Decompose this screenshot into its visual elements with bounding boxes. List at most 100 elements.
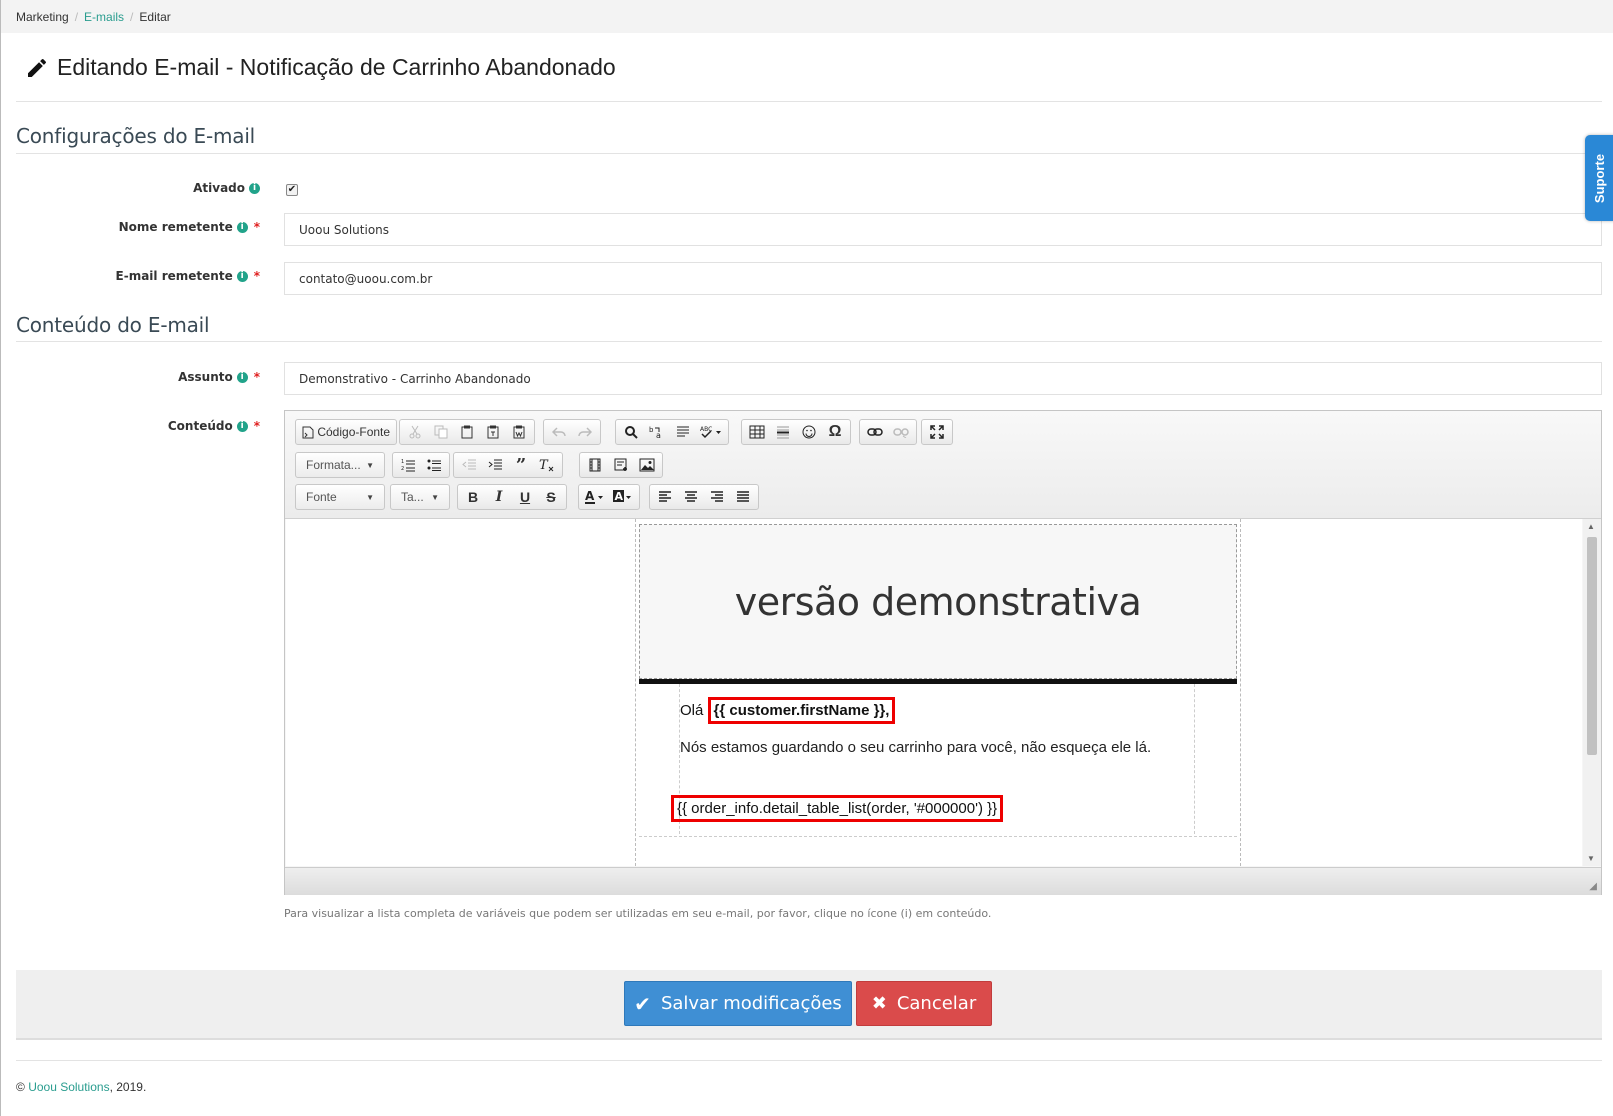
maximize-icon[interactable]: [925, 421, 949, 443]
nome-remetente-input[interactable]: Uoou Solutions: [284, 213, 1602, 246]
scroll-up-icon[interactable]: ▲: [1587, 522, 1595, 531]
text-color-icon[interactable]: A: [582, 486, 608, 508]
breadcrumb-emails[interactable]: E-mails: [84, 10, 124, 24]
toolbar-group-links: [859, 419, 917, 445]
breadcrumb-marketing[interactable]: Marketing: [16, 10, 69, 24]
title-divider: [16, 101, 1602, 102]
toolbar-group-history: [543, 419, 601, 445]
section-divider: [16, 341, 1602, 342]
strikethrough-icon[interactable]: S: [539, 486, 563, 508]
numbered-list-icon[interactable]: 12: [396, 454, 420, 476]
remove-format-icon[interactable]: T: [535, 454, 559, 476]
font-select-label: Fonte: [306, 490, 337, 504]
svg-text:b: b: [649, 426, 654, 434]
align-center-icon[interactable]: [679, 486, 703, 508]
editor-statusbar: ◢: [285, 867, 1601, 895]
label-conteudo-text: Conteúdo: [167, 419, 233, 433]
outdent-icon[interactable]: [457, 454, 481, 476]
toolbar-group-insert: Ω: [741, 419, 851, 445]
indent-icon[interactable]: [483, 454, 507, 476]
link-icon[interactable]: [863, 421, 887, 443]
left-border: [0, 0, 1, 1116]
bold-icon[interactable]: B: [461, 486, 485, 508]
horizontal-rule-icon[interactable]: [771, 421, 795, 443]
email-greeting: Olá {{ customer.firstName }},: [680, 697, 896, 724]
resize-handle-icon[interactable]: ◢: [1589, 881, 1597, 892]
align-right-icon[interactable]: [705, 486, 729, 508]
scroll-thumb[interactable]: [1587, 537, 1597, 755]
cancel-button[interactable]: ✖ Cancelar: [856, 981, 992, 1026]
info-icon[interactable]: i: [236, 270, 248, 282]
toolbar-group-find: ba ABC: [615, 419, 729, 445]
email-footer-divider: [639, 836, 1237, 837]
required-mark: *: [253, 269, 260, 283]
undo-icon[interactable]: [547, 421, 571, 443]
font-select[interactable]: Fonte ▼: [295, 484, 385, 510]
search-icon[interactable]: [619, 421, 643, 443]
greeting-prefix: Olá: [680, 702, 708, 719]
align-justify-icon[interactable]: [731, 486, 755, 508]
label-nome-text: Nome remetente: [118, 220, 233, 234]
template-icon[interactable]: [609, 454, 633, 476]
label-assunto-text: Assunto: [178, 370, 233, 384]
editor-content-area[interactable]: versão demonstrativa Olá {{ customer.fir…: [286, 519, 1582, 866]
scroll-down-icon[interactable]: ▼: [1587, 854, 1595, 863]
redo-icon[interactable]: [573, 421, 597, 443]
italic-icon[interactable]: I: [487, 486, 511, 508]
format-select[interactable]: Formata... ▼: [295, 452, 385, 478]
editor-scrollbar[interactable]: ▲ ▼: [1583, 519, 1601, 866]
info-icon[interactable]: i: [249, 182, 260, 194]
svg-text:1: 1: [401, 459, 404, 465]
email-remetente-input[interactable]: contato@uoou.com.br: [284, 262, 1602, 295]
ativado-checkbox[interactable]: ✔: [286, 184, 298, 196]
label-ativado: Ativado i: [100, 181, 260, 195]
info-icon[interactable]: i: [236, 221, 248, 233]
section-title-content: Conteúdo do E-mail: [16, 313, 210, 337]
select-all-icon[interactable]: [671, 421, 695, 443]
support-tab[interactable]: Suporte: [1585, 135, 1613, 221]
toolbar-group-media: [579, 452, 663, 478]
email-body: Olá {{ customer.firstName }}, Nós estamo…: [671, 684, 1195, 834]
cut-icon[interactable]: [403, 421, 427, 443]
paste-word-icon[interactable]: [507, 421, 531, 443]
table-icon[interactable]: [745, 421, 769, 443]
help-text: Para visualizar a lista completa de vari…: [284, 907, 992, 920]
svg-text:T: T: [539, 458, 549, 472]
omega-icon[interactable]: Ω: [823, 421, 847, 443]
save-button[interactable]: ✔ Salvar modificações: [624, 981, 852, 1026]
footer-company-link[interactable]: Uoou Solutions: [28, 1080, 109, 1094]
spellcheck-icon[interactable]: ABC: [697, 421, 725, 443]
source-button[interactable]: Código-Fonte: [299, 421, 393, 443]
unlink-icon[interactable]: [889, 421, 913, 443]
breadcrumb: Marketing / E-mails / Editar: [1, 0, 1613, 33]
blockquote-icon[interactable]: ”: [509, 454, 533, 476]
svg-text:A: A: [585, 490, 595, 503]
assunto-input[interactable]: Demonstrativo - Carrinho Abandonado: [284, 362, 1602, 395]
svg-text:a: a: [656, 431, 661, 439]
bullet-list-icon[interactable]: [422, 454, 446, 476]
paste-text-icon[interactable]: [481, 421, 505, 443]
smiley-icon[interactable]: [797, 421, 821, 443]
email-header-banner: versão demonstrativa: [639, 524, 1237, 679]
image-icon[interactable]: [635, 454, 659, 476]
background-color-icon[interactable]: A: [610, 486, 636, 508]
email-template-frame: versão demonstrativa Olá {{ customer.fir…: [635, 519, 1241, 866]
video-icon[interactable]: [583, 454, 607, 476]
size-select[interactable]: Ta... ▼: [390, 484, 450, 510]
cancel-button-label: Cancelar: [896, 993, 977, 1014]
size-select-label: Ta...: [401, 490, 424, 504]
breadcrumb-editar: Editar: [139, 10, 171, 24]
paste-icon[interactable]: [455, 421, 479, 443]
required-mark: *: [253, 370, 260, 384]
info-icon[interactable]: i: [236, 371, 248, 383]
format-select-label: Formata...: [306, 458, 361, 472]
label-ativado-text: Ativado: [193, 181, 245, 195]
align-left-icon[interactable]: [653, 486, 677, 508]
replace-icon[interactable]: ba: [645, 421, 669, 443]
toolbar-group-clipboard: [399, 419, 535, 445]
underline-icon[interactable]: U: [513, 486, 537, 508]
support-tab-label: Suporte: [1592, 153, 1608, 203]
save-button-label: Salvar modificações: [660, 993, 842, 1014]
copy-icon[interactable]: [429, 421, 453, 443]
info-icon[interactable]: i: [236, 420, 248, 432]
